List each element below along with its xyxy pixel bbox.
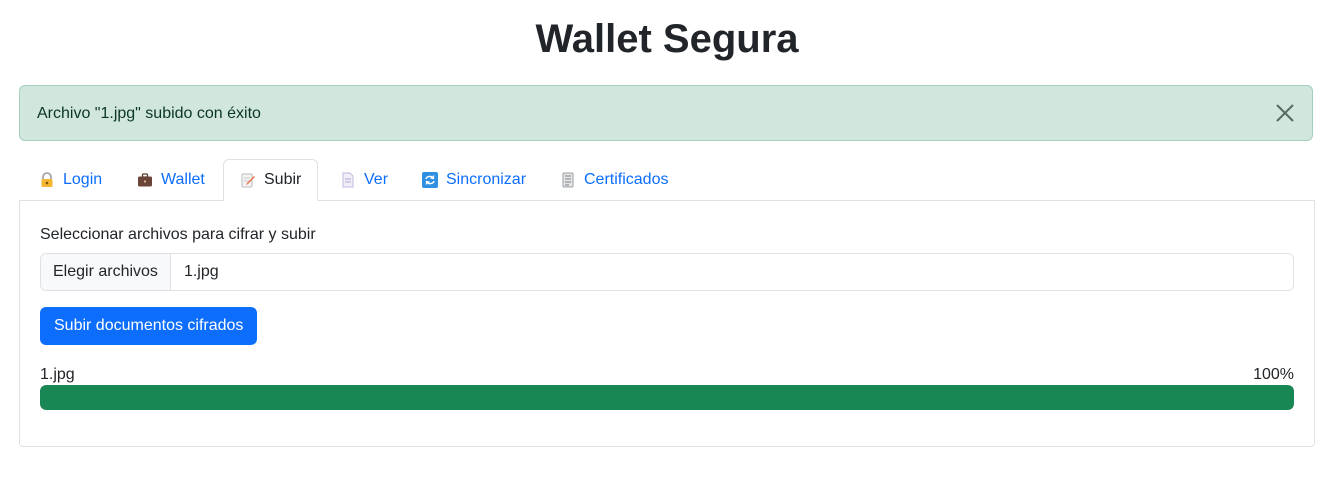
- tab-label: Subir: [264, 171, 302, 188]
- memo-icon: [240, 172, 256, 188]
- tab-sincronizar[interactable]: Sincronizar: [406, 159, 542, 201]
- tab-certificados[interactable]: Certificados: [544, 159, 684, 201]
- tab-label: Login: [63, 171, 103, 188]
- briefcase-icon: [137, 172, 153, 188]
- tab-wallet[interactable]: Wallet: [121, 159, 221, 201]
- progress-bar-fill: [40, 385, 1294, 410]
- tab-bar: Login Wallet Subir Ver Sincronizar Certi…: [19, 159, 1315, 201]
- tab-ver[interactable]: Ver: [324, 159, 404, 201]
- upload-encrypted-button[interactable]: Subir documentos cifrados: [40, 307, 258, 345]
- file-input-label: Seleccionar archivos para cifrar y subir: [40, 226, 316, 243]
- tab-subir[interactable]: Subir: [223, 159, 319, 201]
- alert-message: Archivo "1.jpg" subido con éxito: [37, 105, 261, 122]
- upload-panel: Seleccionar archivos para cifrar y subir…: [19, 200, 1315, 447]
- sync-icon: [422, 172, 438, 188]
- progress-bar: [40, 385, 1294, 410]
- tab-label: Sincronizar: [446, 171, 527, 188]
- tab-label: Ver: [364, 171, 389, 188]
- page-title: Wallet Segura: [535, 17, 799, 61]
- selected-file-name: 1.jpg: [183, 263, 219, 280]
- file-input[interactable]: Elegir archivos 1.jpg: [40, 253, 1294, 291]
- success-alert: Archivo "1.jpg" subido con éxito: [19, 85, 1313, 141]
- tab-login[interactable]: Login: [23, 159, 118, 201]
- tab-label: Wallet: [161, 171, 205, 188]
- choose-files-button[interactable]: Elegir archivos: [41, 254, 171, 290]
- close-icon[interactable]: [1272, 100, 1298, 126]
- document-icon: [340, 172, 356, 188]
- certificate-icon: [560, 172, 576, 188]
- tab-label: Certificados: [584, 171, 669, 188]
- lock-icon: [39, 172, 55, 188]
- progress-percent: 100%: [1253, 366, 1294, 383]
- progress-file-name: 1.jpg: [40, 366, 75, 383]
